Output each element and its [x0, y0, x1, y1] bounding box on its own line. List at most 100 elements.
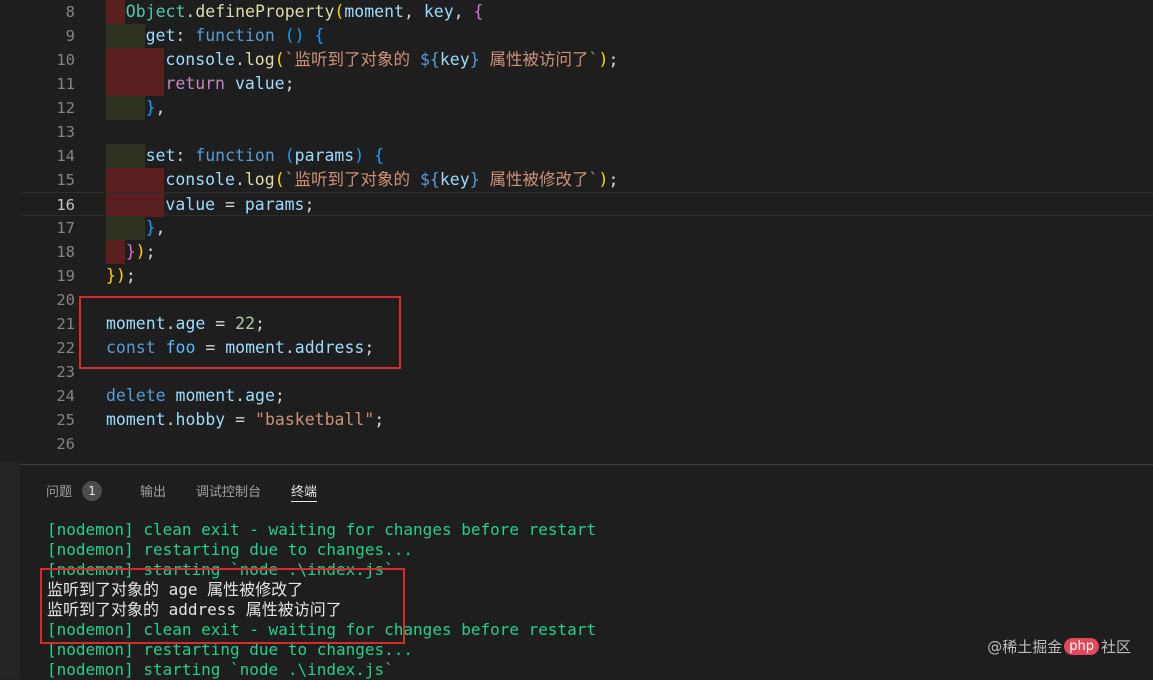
code-line[interactable]: 20 — [20, 288, 1153, 312]
code-token: : — [175, 26, 196, 45]
code-line[interactable]: 11 return value; — [20, 72, 1153, 96]
indent-highlight — [125, 48, 145, 72]
line-number: 17 — [56, 219, 75, 237]
code-line[interactable]: 15 console.log(`监听到了对象的 ${key} 属性被修改了`); — [20, 168, 1153, 192]
code-line[interactable]: 26 — [20, 432, 1153, 456]
code-token: , — [453, 2, 474, 21]
tab-terminal[interactable]: 终端 — [291, 479, 318, 502]
code-token: ; — [125, 266, 136, 285]
code-token: } — [106, 266, 116, 285]
code-token: 属性被访问了` — [479, 50, 599, 69]
terminal-line: [nodemon] clean exit - waiting for chang… — [47, 520, 597, 539]
code-token: . — [185, 2, 196, 21]
line-number: 16 — [56, 196, 75, 214]
code-token: ${ — [420, 50, 440, 69]
code-token: = — [225, 410, 256, 429]
code-line[interactable]: 14 set: function (params) { — [20, 144, 1153, 168]
code-line[interactable]: 16 value = params; — [20, 192, 1153, 217]
watermark-prefix: @稀土掘金 — [987, 638, 1063, 656]
panel-tabs: 问题 1 输出 调试控制台 终端 — [46, 479, 347, 502]
code-token: age — [245, 386, 275, 405]
indent-highlight — [125, 216, 145, 240]
code-token: } — [145, 218, 156, 237]
code-token: () — [284, 26, 305, 45]
code-text: }, — [146, 96, 166, 120]
code-token: params — [294, 146, 355, 165]
code-line[interactable]: 13 — [20, 120, 1153, 144]
bottom-panel: 问题 1 输出 调试控制台 终端 [nodemon] clean exit - … — [20, 464, 1153, 679]
code-line[interactable]: 8 Object.defineProperty(moment, key, { — [20, 0, 1153, 24]
code-token: age — [175, 314, 206, 333]
indent-highlight — [106, 240, 125, 264]
code-token: = — [215, 195, 245, 214]
code-token: ; — [274, 386, 285, 405]
line-number: 21 — [56, 315, 75, 333]
code-token: moment — [106, 314, 166, 333]
line-number: 18 — [56, 243, 75, 261]
code-line[interactable]: 25 moment.hobby = "basketball"; — [20, 408, 1153, 432]
line-number: 13 — [56, 123, 75, 141]
tab-problems-label: 问题 — [46, 485, 73, 500]
code-token: ; — [145, 242, 156, 261]
code-token: . — [284, 338, 295, 357]
indent-highlight — [125, 144, 145, 168]
indent-highlight — [106, 48, 125, 72]
code-line[interactable]: 18}); — [20, 240, 1153, 264]
indent-highlight — [106, 72, 125, 96]
code-line[interactable]: 23 — [20, 360, 1153, 384]
code-line[interactable]: 17}, — [20, 216, 1153, 240]
code-token: key — [439, 170, 470, 189]
code-line[interactable]: 12}, — [20, 96, 1153, 120]
watermark: @稀土掘金 php 社区 — [987, 636, 1131, 657]
code-text: const foo = moment.address; — [106, 336, 374, 360]
line-number: 25 — [56, 411, 75, 429]
code-token: hobby — [175, 410, 226, 429]
code-token: 22 — [235, 314, 256, 333]
tab-problems[interactable]: 问题 1 — [46, 480, 103, 502]
indent-highlight — [125, 193, 145, 217]
code-token: log — [244, 50, 275, 69]
code-token: log — [244, 170, 275, 189]
code-token: return — [165, 74, 225, 93]
indent-highlight — [106, 216, 125, 240]
code-token: } — [125, 242, 136, 261]
line-number: 10 — [56, 51, 75, 69]
code-token: , — [403, 2, 424, 21]
code-text: moment.age = 22; — [106, 312, 265, 336]
code-token: const — [106, 338, 156, 357]
line-number: 15 — [56, 171, 75, 189]
code-editor[interactable]: 8 Object.defineProperty(moment, key, {9 ge… — [0, 0, 1153, 462]
indent-highlight — [106, 144, 125, 168]
code-token: ; — [608, 50, 619, 69]
code-token: ; — [374, 410, 385, 429]
code-line[interactable]: 19}); — [20, 264, 1153, 288]
tab-output[interactable]: 输出 — [140, 480, 166, 502]
code-line[interactable]: 9 get: function () { — [20, 24, 1153, 48]
terminal-output[interactable]: [nodemon] clean exit - waiting for chang… — [47, 520, 596, 680]
code-line[interactable]: 24 delete moment.age; — [20, 384, 1153, 408]
line-number: 24 — [56, 387, 75, 405]
code-token: . — [165, 314, 176, 333]
code-token: . — [165, 410, 176, 429]
tab-terminal-label: 终端 — [291, 484, 318, 500]
code-token: { — [314, 26, 325, 45]
code-line[interactable]: 10 console.log(`监听到了对象的 ${key} 属性被访问了`); — [20, 48, 1153, 72]
code-line[interactable]: 22 const foo = moment.address; — [20, 336, 1153, 360]
code-token: . — [234, 50, 245, 69]
code-line[interactable]: 21 moment.age = 22; — [20, 312, 1153, 336]
code-token: ; — [304, 195, 315, 214]
code-token: = — [205, 314, 236, 333]
terminal-line: [nodemon] clean exit - waiting for chang… — [47, 620, 597, 639]
watermark-suffix: 社区 — [1100, 638, 1131, 656]
code-token: moment — [106, 410, 166, 429]
code-token: `监听到了对象的 — [284, 50, 420, 69]
code-token: . — [235, 386, 246, 405]
line-number: 23 — [56, 363, 75, 381]
indent-highlight — [106, 168, 125, 192]
tab-debug-console[interactable]: 调试控制台 — [196, 480, 261, 502]
tab-output-label: 输出 — [140, 485, 167, 500]
indent-highlight — [125, 72, 145, 96]
